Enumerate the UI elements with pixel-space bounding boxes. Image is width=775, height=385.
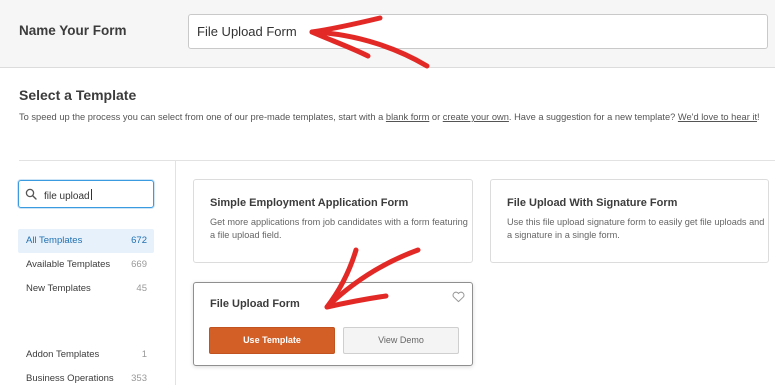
category-count: 45	[136, 283, 147, 294]
create-your-own-link[interactable]: create your own	[443, 112, 509, 122]
category-all-templates[interactable]: All Templates 672	[18, 229, 154, 253]
heart-icon[interactable]	[452, 291, 465, 303]
template-card-title: Simple Employment Application Form	[210, 197, 409, 209]
search-icon	[25, 188, 37, 200]
description-text: To speed up the process you can select f…	[19, 112, 386, 122]
category-label: Business Operations	[26, 373, 114, 384]
category-label: All Templates	[26, 235, 83, 246]
category-addon-templates[interactable]: Addon Templates 1	[18, 343, 154, 367]
category-business-operations[interactable]: Business Operations 353	[18, 367, 154, 385]
search-value: file upload	[44, 189, 92, 202]
description-text: or	[429, 112, 443, 122]
template-card-title: File Upload With Signature Form	[507, 197, 678, 209]
category-label: Available Templates	[26, 259, 111, 270]
section-description: To speed up the process you can select f…	[19, 109, 764, 125]
category-count: 672	[131, 235, 147, 246]
category-new-templates[interactable]: New Templates 45	[18, 277, 154, 301]
template-card-title: File Upload Form	[210, 298, 300, 310]
form-name-bar: Name Your Form	[0, 0, 775, 68]
description-text: . Have a suggestion for a new template?	[508, 112, 678, 122]
form-name-input[interactable]	[188, 14, 768, 49]
category-count: 1	[141, 349, 147, 360]
form-name-label: Name Your Form	[19, 23, 127, 38]
use-template-button[interactable]: Use Template	[209, 327, 335, 354]
category-label: New Templates	[26, 283, 91, 294]
sidebar-divider	[175, 160, 176, 385]
view-demo-button[interactable]: View Demo	[343, 327, 459, 354]
template-card-description: Use this file upload signature form to e…	[507, 217, 765, 240]
category-available-templates[interactable]: Available Templates 669	[18, 253, 154, 277]
section-title: Select a Template	[19, 87, 137, 103]
template-card-selected[interactable]: File Upload Form Use Template View Demo	[193, 282, 473, 366]
category-label: Addon Templates	[26, 349, 100, 360]
template-card[interactable]: File Upload With Signature Form Use this…	[490, 179, 769, 263]
divider	[19, 160, 775, 161]
blank-form-link[interactable]: blank form	[386, 112, 429, 122]
suggestion-link[interactable]: We'd love to hear it	[678, 112, 757, 122]
template-card-description: Get more applications from job candidate…	[210, 217, 468, 240]
category-count: 669	[131, 259, 147, 270]
category-count: 353	[131, 373, 147, 384]
description-text: !	[757, 112, 760, 122]
template-search-input[interactable]: file upload	[18, 180, 154, 208]
template-card[interactable]: Simple Employment Application Form Get m…	[193, 179, 473, 263]
